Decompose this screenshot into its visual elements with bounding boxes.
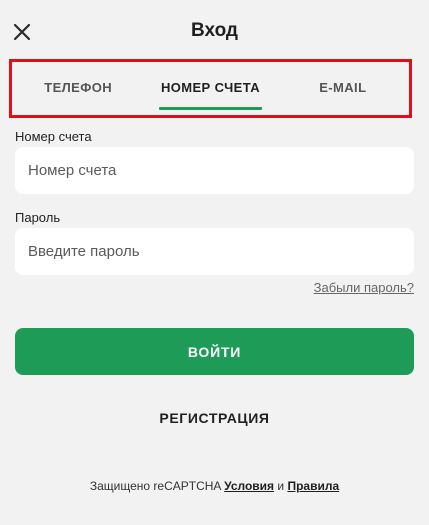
password-label: Пароль [15, 210, 61, 225]
tab-email[interactable]: E-MAIL [277, 62, 409, 115]
register-link[interactable]: РЕГИСТРАЦИЯ [0, 410, 429, 426]
tab-phone[interactable]: ТЕЛЕФОН [12, 62, 144, 115]
terms-link[interactable]: Условия [224, 479, 274, 493]
header: Вход [0, 0, 429, 60]
account-number-label: Номер счета [15, 129, 92, 144]
rules-link[interactable]: Правила [287, 479, 339, 493]
login-button[interactable]: ВОЙТИ [15, 328, 414, 375]
forgot-password-link[interactable]: Забыли пароль? [314, 280, 414, 295]
login-tabs: ТЕЛЕФОН НОМЕР СЧЕТА E-MAIL [12, 62, 409, 115]
tab-account-number[interactable]: НОМЕР СЧЕТА [144, 62, 276, 115]
account-number-input[interactable] [15, 147, 414, 194]
footer-conjunction: и [277, 479, 285, 493]
tabs-highlight-frame: ТЕЛЕФОН НОМЕР СЧЕТА E-MAIL [9, 59, 412, 118]
recaptcha-text: Защищено reCAPTCHA [89, 479, 221, 493]
page-title: Вход [191, 20, 238, 41]
recaptcha-footer: Защищено reCAPTCHA Условия и Правила [0, 479, 429, 493]
password-input[interactable] [15, 228, 414, 275]
